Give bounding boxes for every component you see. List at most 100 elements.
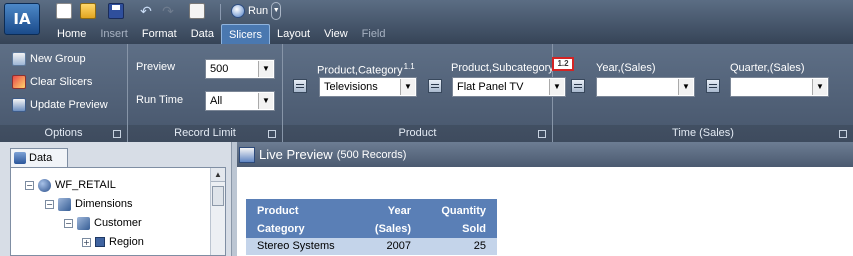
tab-view[interactable]: View <box>317 24 355 44</box>
scroll-thumb[interactable] <box>212 186 224 206</box>
clear-slicers-button[interactable]: Clear Slicers <box>12 73 92 91</box>
table-cell: Stereo Systems <box>257 240 335 252</box>
category-value: Televisions <box>324 81 378 93</box>
new-group-button[interactable]: New Group <box>12 50 86 68</box>
tab-data[interactable]: Data <box>184 24 221 44</box>
live-preview-icon <box>239 146 255 163</box>
clear-slicers-icon <box>12 75 26 89</box>
tab-slicers[interactable]: Slicers <box>220 24 270 44</box>
tree-node-customer[interactable]: − Customer <box>64 215 142 231</box>
data-tree: − WF_RETAIL − Dimensions − Customer + Re… <box>10 167 226 256</box>
preview-limit-label: Preview <box>136 61 176 73</box>
report-header: Product Category Year (Sales) Quantity S… <box>246 199 497 238</box>
tab-insert: Insert <box>100 28 128 40</box>
open-folder-icon[interactable] <box>80 3 96 19</box>
tab-layout[interactable]: Layout <box>270 24 317 44</box>
chevron-down-icon[interactable]: ▼ <box>812 79 827 95</box>
category-options-icon[interactable] <box>293 79 307 93</box>
update-preview-button[interactable]: Update Preview <box>12 96 108 114</box>
category-field-label: Product,Category1.1 <box>317 62 415 77</box>
tree-label: WF_RETAIL <box>55 179 116 191</box>
product-group: Product,Category1.1 Televisions ▼ Produc… <box>283 44 574 142</box>
year-options-icon[interactable] <box>706 79 720 93</box>
dimension-icon <box>77 216 90 230</box>
tree-node-dimensions[interactable]: − Dimensions <box>45 196 132 212</box>
product-group-label: Product <box>283 125 552 142</box>
new-group-icon <box>12 52 26 66</box>
data-panel: Data − WF_RETAIL − Dimensions − Customer… <box>0 142 232 256</box>
runtime-limit-select[interactable]: All ▼ <box>205 91 275 111</box>
time-group-label: Time (Sales) <box>553 125 853 142</box>
chevron-down-icon[interactable]: ▼ <box>258 61 273 77</box>
record-limit-launcher-icon[interactable] <box>268 130 276 138</box>
time-launcher-icon[interactable] <box>839 130 847 138</box>
report-table: Product Category Year (Sales) Quantity S… <box>246 199 497 255</box>
live-preview-title: Live Preview <box>259 147 333 162</box>
toolbar-separator <box>220 4 221 20</box>
update-preview-icon <box>12 98 26 112</box>
dimensions-icon <box>58 197 71 211</box>
column-header: Product <box>257 205 299 217</box>
run-button[interactable]: Run ▼ <box>231 2 282 20</box>
table-cell: 25 <box>473 240 486 252</box>
options-launcher-icon[interactable] <box>113 130 121 138</box>
ribbon: New Group Clear Slicers Update Preview O… <box>0 44 853 142</box>
tree-scrollbar[interactable]: ▲ <box>210 168 225 255</box>
tree-node-region[interactable]: + Region <box>82 234 144 250</box>
datasource-icon <box>38 178 51 192</box>
preview-icon[interactable] <box>189 3 205 19</box>
update-preview-label: Update Preview <box>30 99 108 111</box>
app-logo[interactable]: IA <box>4 3 40 35</box>
run-icon <box>231 4 245 18</box>
table-row: Stereo Systems 2007 25 <box>246 238 497 255</box>
title-bar: IA ↶ ↷ Run ▼ Home Insert Format Data Sli… <box>0 0 853 44</box>
runtime-limit-label: Run Time <box>136 94 184 106</box>
tree-node-wf-retail[interactable]: − WF_RETAIL <box>25 177 116 193</box>
live-preview-panel: Live Preview (500 Records) Product Categ… <box>237 142 853 256</box>
data-tab[interactable]: Data <box>10 148 68 167</box>
year-select[interactable]: ▼ <box>596 77 695 97</box>
options-group: New Group Clear Slicers Update Preview O… <box>0 44 128 142</box>
new-group-label: New Group <box>30 53 86 65</box>
time-group: Year,(Sales) ▼ Quarter,(Sales) ▼ Time (S… <box>553 44 853 142</box>
column-header: Sold <box>462 223 486 235</box>
subcategory-field-label: Product,Subcategory <box>451 62 554 74</box>
chevron-down-icon[interactable]: ▼ <box>258 93 273 109</box>
subcategory-value: Flat Panel TV <box>457 81 524 93</box>
chevron-down-icon[interactable]: ▼ <box>678 79 693 95</box>
tree-label: Region <box>109 236 144 248</box>
save-icon[interactable] <box>108 3 124 19</box>
quarter-select[interactable]: ▼ <box>730 77 829 97</box>
tab-home[interactable]: Home <box>50 24 93 44</box>
column-header: Quantity <box>441 205 486 217</box>
preview-limit-select[interactable]: 500 ▼ <box>205 59 275 79</box>
subcategory-select[interactable]: Flat Panel TV ▼ <box>452 77 566 97</box>
product-launcher-icon[interactable] <box>538 130 546 138</box>
tab-format[interactable]: Format <box>135 24 184 44</box>
category-select[interactable]: Televisions ▼ <box>319 77 417 97</box>
ribbon-tabs: Home Insert Format Data Slicers Layout V… <box>50 24 393 44</box>
column-header: (Sales) <box>374 223 411 235</box>
scroll-up-icon[interactable]: ▲ <box>211 168 225 182</box>
preview-limit-value: 500 <box>210 63 229 75</box>
collapse-icon[interactable]: − <box>64 218 73 228</box>
column-header: Category <box>257 223 305 235</box>
run-dropdown-icon[interactable]: ▼ <box>271 2 282 20</box>
collapse-icon[interactable]: − <box>45 199 54 209</box>
undo-icon[interactable]: ↶ <box>138 3 154 19</box>
subcategory-remove-icon[interactable] <box>571 79 585 93</box>
new-icon[interactable] <box>56 3 72 19</box>
record-count: (500 Records) <box>336 148 407 161</box>
collapse-icon[interactable]: − <box>25 180 34 190</box>
record-limit-group-label: Record Limit <box>128 125 282 142</box>
table-cell: 2007 <box>386 240 411 252</box>
column-header: Year <box>387 205 411 217</box>
chevron-down-icon[interactable]: ▼ <box>400 79 415 95</box>
quarter-field-label: Quarter,(Sales) <box>730 62 805 74</box>
expand-icon[interactable]: + <box>82 237 91 247</box>
tree-label: Customer <box>94 217 142 229</box>
year-field-label: Year,(Sales) <box>596 62 656 74</box>
database-icon <box>14 152 26 164</box>
subcategory-options-icon[interactable] <box>428 79 442 93</box>
data-tab-label: Data <box>29 152 53 164</box>
